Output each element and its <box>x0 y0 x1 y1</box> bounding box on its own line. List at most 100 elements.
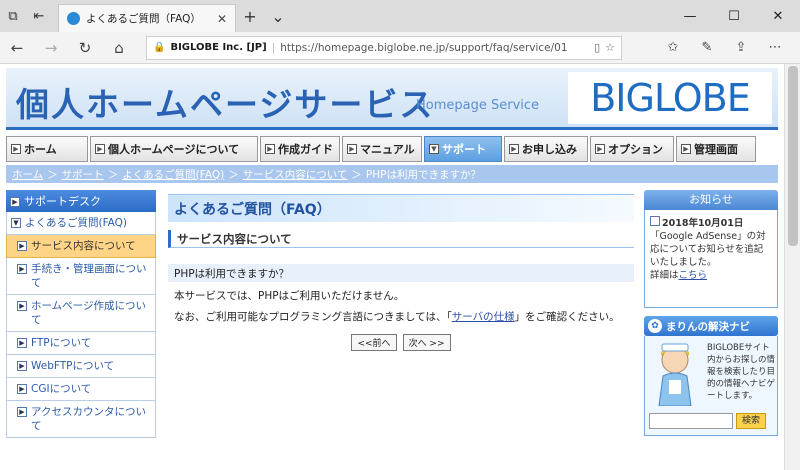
breadcrumb-link[interactable]: ホーム <box>12 167 43 182</box>
tab-actions-icon[interactable]: ⧉ <box>0 0 26 32</box>
tab-list-chevron-icon[interactable]: ⌄ <box>264 7 292 26</box>
navi-search: 検索 <box>649 413 767 429</box>
logo-text: BIGLOBE <box>590 76 751 120</box>
navi-header: ✿ まりんの解決ナビ <box>644 316 778 336</box>
menu-admin[interactable]: ▶ 管理画面 <box>676 136 756 162</box>
url-text[interactable]: https://homepage.biglobe.ne.jp/support/f… <box>280 42 589 54</box>
tab-title: よくあるご質問（FAQ） <box>86 13 201 25</box>
notice-header: お知らせ <box>644 190 778 210</box>
vertical-scrollbar[interactable] <box>784 64 800 470</box>
back-icon[interactable]: ← <box>0 39 34 57</box>
navi-search-input[interactable] <box>649 413 733 429</box>
favorites-icon[interactable]: ✩ <box>656 40 690 55</box>
forward-icon[interactable]: → <box>34 39 68 57</box>
faq-question: PHPは利用できますか？ <box>168 264 634 282</box>
menu-label: 作成ガイド <box>278 143 333 156</box>
sidebar-item-cgi[interactable]: ▶ CGIについて <box>6 378 156 401</box>
new-tab-icon[interactable]: + <box>236 7 264 26</box>
faq-content: よくあるご質問（FAQ） サービス内容について PHPは利用できますか？ 本サー… <box>156 190 644 438</box>
menu-arrow-icon: ▶ <box>595 144 605 154</box>
sidebar-arrow-icon: ▶ <box>17 301 27 311</box>
menu-label: 個人ホームページについて <box>108 143 240 156</box>
biglobe-logo[interactable]: BIGLOBE <box>568 72 772 124</box>
tab-close-icon[interactable]: ✕ <box>217 12 227 26</box>
sidebar-arrow-icon: ▶ <box>17 241 27 251</box>
notice-box: 2018年10月01日 「Google AdSense」の対応についてお知らせを… <box>644 210 778 308</box>
sidebar-header[interactable]: ▶ サポートデスク <box>6 190 156 212</box>
sidebar-item-label: 手続き・管理画面について <box>31 263 147 289</box>
prev-button[interactable]: <<前へ <box>351 334 397 351</box>
breadcrumb-current: PHPは利用できますか？ <box>365 168 481 181</box>
server-spec-link[interactable]: サーバの仕様 <box>452 311 515 323</box>
sidebar-item-service[interactable]: ▶ サービス内容について <box>6 235 156 258</box>
notice-detail: 詳細はこちら <box>650 270 708 281</box>
sidebar-item-counter[interactable]: ▶ アクセスカウンタについて <box>6 401 156 438</box>
menu-manual[interactable]: ▶ マニュアル <box>342 136 422 162</box>
menu-option[interactable]: ▶ オプション <box>590 136 674 162</box>
sidebar-item-ftp[interactable]: ▶ FTPについて <box>6 332 156 355</box>
minimize-icon[interactable]: — <box>668 0 712 32</box>
faq-answer-2: なお、ご利用可能なプログラミング言語につきましては、「サーバの仕様」をご確認くだ… <box>168 309 634 324</box>
pager: <<前へ 次へ >> <box>168 334 634 351</box>
scrollbar-thumb[interactable] <box>788 66 798 246</box>
sidebar-arrow-icon: ▶ <box>17 384 27 394</box>
pen-icon[interactable]: ✎ <box>690 40 724 55</box>
breadcrumb-link[interactable]: サポート <box>62 167 104 182</box>
menu-arrow-icon: ▶ <box>509 144 519 154</box>
window-controls: — ☐ ✕ <box>668 0 800 32</box>
more-icon[interactable]: ⋯ <box>758 40 792 55</box>
refresh-icon[interactable]: ↻ <box>68 39 102 57</box>
browser-tab[interactable]: よくあるご質問（FAQ） ✕ <box>58 4 236 32</box>
menu-home[interactable]: ▶ ホーム <box>6 136 88 162</box>
sidebar: ▶ サポートデスク ▼ よくあるご質問(FAQ) ▶ サービス内容について ▶ 手続き・… <box>6 190 156 438</box>
menu-label: サポート <box>442 143 486 156</box>
menu-label: マニュアル <box>360 143 415 156</box>
main-area: ▶ サポートデスク ▼ よくあるご質問(FAQ) ▶ サービス内容について ▶ 手続き・… <box>6 190 778 438</box>
notice-text: 「Google AdSense」の対応についてお知らせを追記いたしました。 <box>650 231 766 268</box>
global-menu: ▶ ホーム ▶ 個人ホームページについて ▶ 作成ガイド ▶ マニュアル ▼ サポート ▶… <box>6 136 778 162</box>
tab-back-icon[interactable]: ⇤ <box>26 0 52 32</box>
menu-apply[interactable]: ▶ お申し込み <box>504 136 588 162</box>
page-title: よくあるご質問（FAQ） <box>168 194 634 222</box>
sidebar-item-webftp[interactable]: ▶ WebFTPについて <box>6 355 156 378</box>
breadcrumb-separator: ＞ <box>47 168 58 181</box>
maximize-icon[interactable]: ☐ <box>712 0 756 32</box>
navi-search-button[interactable]: 検索 <box>736 413 767 429</box>
sidebar-arrow-icon: ▶ <box>17 361 27 371</box>
breadcrumb-separator: ＞ <box>228 168 239 181</box>
share-icon[interactable]: ⇪ <box>724 40 758 55</box>
menu-guide[interactable]: ▶ 作成ガイド <box>260 136 340 162</box>
menu-label: お申し込み <box>522 143 577 156</box>
address-bar[interactable]: 🔒 BIGLOBE Inc. [JP] | https://homepage.b… <box>146 35 622 60</box>
menu-label: 管理画面 <box>694 143 738 156</box>
home-icon[interactable]: ⌂ <box>102 39 136 57</box>
menu-arrow-icon: ▶ <box>347 144 357 154</box>
notice-detail-link[interactable]: こちら <box>679 270 708 281</box>
menu-about[interactable]: ▶ 個人ホームページについて <box>90 136 258 162</box>
site-favicon-icon <box>67 12 80 25</box>
mascot-illustration <box>658 343 692 406</box>
faq-answer-1: 本サービスでは、PHPはご利用いただけません。 <box>174 290 405 302</box>
sidebar-item-label: ホームページ作成について <box>31 300 146 326</box>
breadcrumb-link[interactable]: サービス内容について <box>243 167 348 182</box>
close-window-icon[interactable]: ✕ <box>756 0 800 32</box>
answer-text-pre: なお、ご利用可能なプログラミング言語につきましては、「 <box>174 311 452 323</box>
sidebar-item-faq[interactable]: ▼ よくあるご質問(FAQ) <box>6 212 156 235</box>
next-button[interactable]: 次へ >> <box>402 334 451 351</box>
navi-box: BIGLOBEサイト内からお探しの情報を検索したり目的の情報へナビゲートします。… <box>644 336 778 436</box>
address-separator: | <box>271 41 276 54</box>
favorite-star-icon[interactable]: ☆ <box>605 41 615 54</box>
breadcrumb: ホーム＞ サポート＞ よくあるご質問(FAQ) ＞ サービス内容について＞ PHP… <box>6 165 778 183</box>
site-identity: BIGLOBE Inc. [JP] <box>170 42 267 53</box>
navi-mascot-icon: ✿ <box>648 319 662 333</box>
answer-text-post: 」をご確認ください。 <box>514 311 620 323</box>
breadcrumb-link[interactable]: よくあるご質問(FAQ) <box>122 167 224 182</box>
sidebar-arrow-icon: ▼ <box>11 218 21 228</box>
sidebar-arrow-icon: ▶ <box>10 197 20 207</box>
menu-arrow-icon: ▶ <box>681 144 691 154</box>
sidebar-arrow-icon: ▶ <box>17 407 27 417</box>
reading-view-icon[interactable]: ▯ <box>594 41 600 54</box>
sidebar-item-creation[interactable]: ▶ ホームページ作成について <box>6 295 156 332</box>
menu-support[interactable]: ▼ サポート <box>424 136 502 162</box>
sidebar-item-procedure[interactable]: ▶ 手続き・管理画面について <box>6 258 156 295</box>
